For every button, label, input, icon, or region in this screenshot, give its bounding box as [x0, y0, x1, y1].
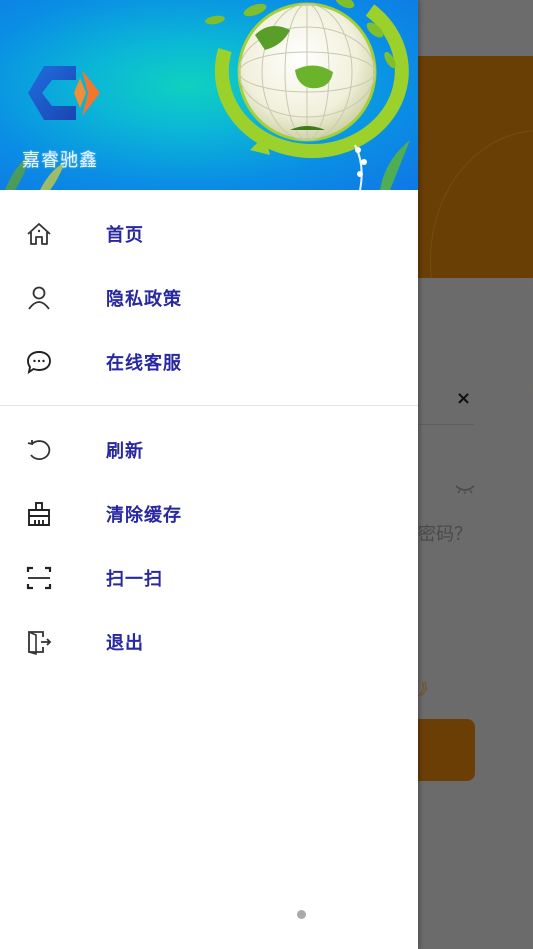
- menu-label: 首页: [106, 225, 144, 246]
- chat-bubble-icon: [24, 347, 54, 377]
- navigation-drawer: 嘉睿驰鑫 首页 隐私政策 在线客服 刷新 清除缓存 扫一扫 退出: [0, 0, 418, 949]
- drawer-menu-secondary: 刷新 清除缓存 扫一扫 退出: [0, 418, 418, 674]
- plant-decoration: [354, 140, 410, 190]
- menu-label: 在线客服: [106, 353, 182, 374]
- menu-item-scan[interactable]: 扫一扫: [0, 546, 418, 610]
- menu-item-logout[interactable]: 退出: [0, 610, 418, 674]
- scan-icon: [24, 563, 54, 593]
- broom-icon: [24, 499, 54, 529]
- drawer-menu-primary: 首页 隐私政策 在线客服: [0, 202, 418, 394]
- menu-item-clear-cache[interactable]: 清除缓存: [0, 482, 418, 546]
- brand-name: 嘉睿驰鑫: [22, 150, 98, 171]
- menu-label: 刷新: [106, 441, 144, 462]
- menu-label: 扫一扫: [106, 569, 163, 590]
- menu-item-online-support[interactable]: 在线客服: [0, 330, 418, 394]
- app-logo: [28, 66, 100, 120]
- menu-item-refresh[interactable]: 刷新: [0, 418, 418, 482]
- close-icon[interactable]: ×: [456, 388, 471, 409]
- input-underline: [418, 424, 474, 425]
- menu-label: 清除缓存: [106, 505, 182, 526]
- refresh-icon: [24, 435, 54, 465]
- exit-door-icon: [24, 627, 54, 657]
- user-icon: [24, 283, 54, 313]
- home-icon: [24, 219, 54, 249]
- forgot-password-link[interactable]: 密码？: [418, 520, 472, 546]
- menu-item-privacy-policy[interactable]: 隐私政策: [0, 266, 418, 330]
- page-indicator-dot: [297, 910, 306, 919]
- menu-item-home[interactable]: 首页: [0, 202, 418, 266]
- eye-closed-icon[interactable]: [455, 484, 475, 494]
- drawer-header: 嘉睿驰鑫: [0, 0, 418, 190]
- menu-label: 退出: [106, 633, 144, 654]
- menu-divider: [0, 405, 418, 406]
- agreement-link[interactable]: 》: [418, 676, 434, 700]
- menu-label: 隐私政策: [106, 289, 182, 310]
